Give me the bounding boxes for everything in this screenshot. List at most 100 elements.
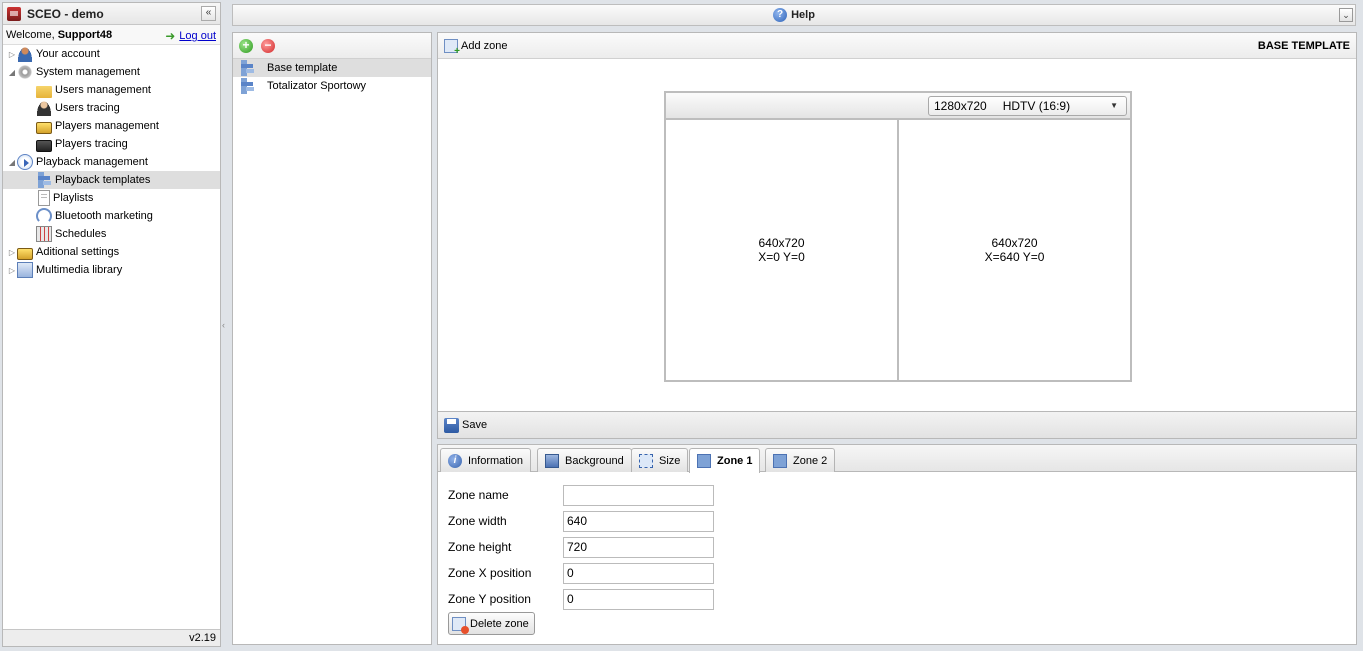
nav-label: Players tracing [55, 138, 128, 150]
nav-tree: ▷ Your account ◢ System management Users… [3, 45, 220, 279]
version-label: v2.19 [3, 629, 220, 646]
nav-label: Playlists [53, 192, 94, 204]
zone-position: X=640 Y=0 [984, 250, 1045, 264]
delete-zone-button[interactable]: Delete zone [448, 612, 535, 635]
expand-arrow-icon[interactable]: ▷ [7, 248, 17, 257]
template-item-totalizator[interactable]: Totalizator Sportowy [233, 77, 431, 95]
nav-item-system-management[interactable]: ◢ System management [3, 63, 220, 81]
zone-size: 640x720 [991, 236, 1038, 250]
tab-size[interactable]: Size [631, 448, 689, 472]
welcome-label: Welcome, [6, 28, 55, 41]
nav-label: Multimedia library [36, 264, 123, 276]
nav-item-playback-management[interactable]: ◢ Playback management [3, 153, 220, 171]
zone-2-box[interactable]: 640x720 X=640 Y=0 [897, 120, 1130, 380]
zone-form: Zone name Zone width Zone height Zone X … [448, 482, 714, 612]
zone-height-input[interactable] [563, 536, 714, 558]
zone-x-row: Zone X position [448, 560, 714, 586]
add-template-button[interactable]: + [239, 38, 253, 53]
zone-icon [773, 453, 787, 468]
app-logo-icon [7, 6, 21, 21]
nav-item-users-tracing[interactable]: Users tracing [3, 99, 220, 117]
expand-arrow-icon[interactable]: ▷ [7, 266, 17, 275]
zone-y-input[interactable] [563, 588, 714, 610]
template-label: Totalizator Sportowy [267, 80, 367, 92]
nav-item-aditional-settings[interactable]: ▷ Aditional settings [3, 243, 220, 261]
tab-zone-2[interactable]: Zone 2 [765, 448, 836, 472]
delete-zone-icon [452, 616, 469, 634]
nav-item-schedules[interactable]: Schedules [3, 225, 220, 243]
nav-item-your-account[interactable]: ▷ Your account [3, 45, 220, 63]
nav-item-bluetooth-marketing[interactable]: Bluetooth marketing [3, 207, 220, 225]
template-editor: Add zone BASE TEMPLATE 1280x720 HDTV (16:… [437, 32, 1357, 412]
zone-y-row: Zone Y position [448, 586, 714, 612]
library-icon [17, 262, 33, 278]
splitter-grip-icon[interactable]: ‹ [222, 320, 225, 330]
nav-label: Users tracing [55, 102, 120, 114]
user-icon [17, 46, 33, 62]
nav-label: Playback management [36, 156, 148, 168]
nav-item-multimedia-library[interactable]: ▷ Multimedia library [3, 261, 220, 279]
background-icon [545, 453, 559, 468]
zone-name-row: Zone name [448, 482, 714, 508]
template-title: BASE TEMPLATE [1257, 40, 1350, 52]
nav-item-users-management[interactable]: Users management [3, 81, 220, 99]
nav-label: Schedules [55, 228, 107, 240]
nav-label: Your account [36, 48, 100, 60]
expand-help-button[interactable]: ⌄ [1339, 8, 1353, 22]
info-icon: i [448, 453, 462, 468]
nav-label: Bluetooth marketing [55, 210, 153, 222]
tab-zone-1[interactable]: Zone 1 [689, 448, 761, 473]
add-zone-button[interactable]: Add zone [461, 40, 507, 52]
zone-x-input[interactable] [563, 562, 714, 584]
navigation-panel: SCEO - demo « Welcome, Support48 ➜ Log o… [2, 2, 221, 647]
zone-width-input[interactable] [563, 510, 714, 532]
zone-height-row: Zone height [448, 534, 714, 560]
zones-area: 640x720 X=0 Y=0 640x720 X=640 Y=0 [666, 120, 1130, 380]
template-item-base[interactable]: Base template [233, 59, 431, 77]
template-label: Base template [267, 62, 338, 74]
bluetooth-icon [36, 208, 52, 224]
delete-template-button[interactable]: − [261, 38, 275, 53]
nav-label: Aditional settings [36, 246, 120, 258]
tv-icon [36, 122, 52, 134]
dropdown-caret-icon: ▼ [1110, 101, 1118, 110]
logout: ➜ Log out [165, 29, 216, 43]
nav-label: Playback templates [55, 174, 151, 186]
zone-name-input[interactable] [563, 484, 714, 506]
app-titlebar: SCEO - demo « [3, 3, 220, 25]
zone-1-box[interactable]: 640x720 X=0 Y=0 [666, 120, 897, 380]
collapse-arrow-icon[interactable]: ◢ [7, 68, 17, 77]
save-disk-icon [444, 417, 459, 433]
panel-splitter[interactable]: ‹ [221, 2, 229, 647]
collapse-panel-button[interactable]: « [201, 6, 216, 21]
tab-strip: i Information Background Size Zone 1 Zon… [438, 445, 1356, 473]
template-icon [239, 60, 255, 76]
nav-item-playlists[interactable]: Playlists [3, 189, 220, 207]
calendar-icon [36, 226, 52, 242]
logout-link[interactable]: Log out [179, 30, 216, 42]
nav-item-players-tracing[interactable]: Players tracing [3, 135, 220, 153]
template-icon [239, 78, 255, 94]
save-button[interactable]: Save [462, 419, 487, 431]
tab-background[interactable]: Background [537, 448, 632, 472]
expand-arrow-icon[interactable]: ▷ [7, 50, 17, 59]
canvas-header: 1280x720 HDTV (16:9) ▼ [666, 93, 1130, 120]
zone-position: X=0 Y=0 [758, 250, 805, 264]
nav-item-playback-templates[interactable]: Playback templates [3, 171, 220, 189]
resize-icon [639, 453, 653, 468]
zone-width-row: Zone width [448, 508, 714, 534]
tab-information[interactable]: i Information [440, 448, 532, 472]
help-button[interactable]: ? Help [773, 5, 815, 25]
editor-toolbar: Add zone BASE TEMPLATE [438, 33, 1356, 59]
zone-name-label: Zone name [448, 488, 509, 502]
nav-item-players-management[interactable]: Players management [3, 117, 220, 135]
collapse-arrow-icon[interactable]: ◢ [7, 158, 17, 167]
users-folder-icon [36, 86, 52, 98]
gear-icon [17, 64, 33, 80]
tab-label: Zone 2 [793, 454, 828, 467]
resolution-select[interactable]: 1280x720 HDTV (16:9) ▼ [928, 96, 1127, 116]
tab-label: Background [565, 454, 624, 467]
template-list-toolbar: + − [233, 33, 431, 59]
zone-icon [697, 454, 711, 468]
play-icon [17, 154, 33, 170]
